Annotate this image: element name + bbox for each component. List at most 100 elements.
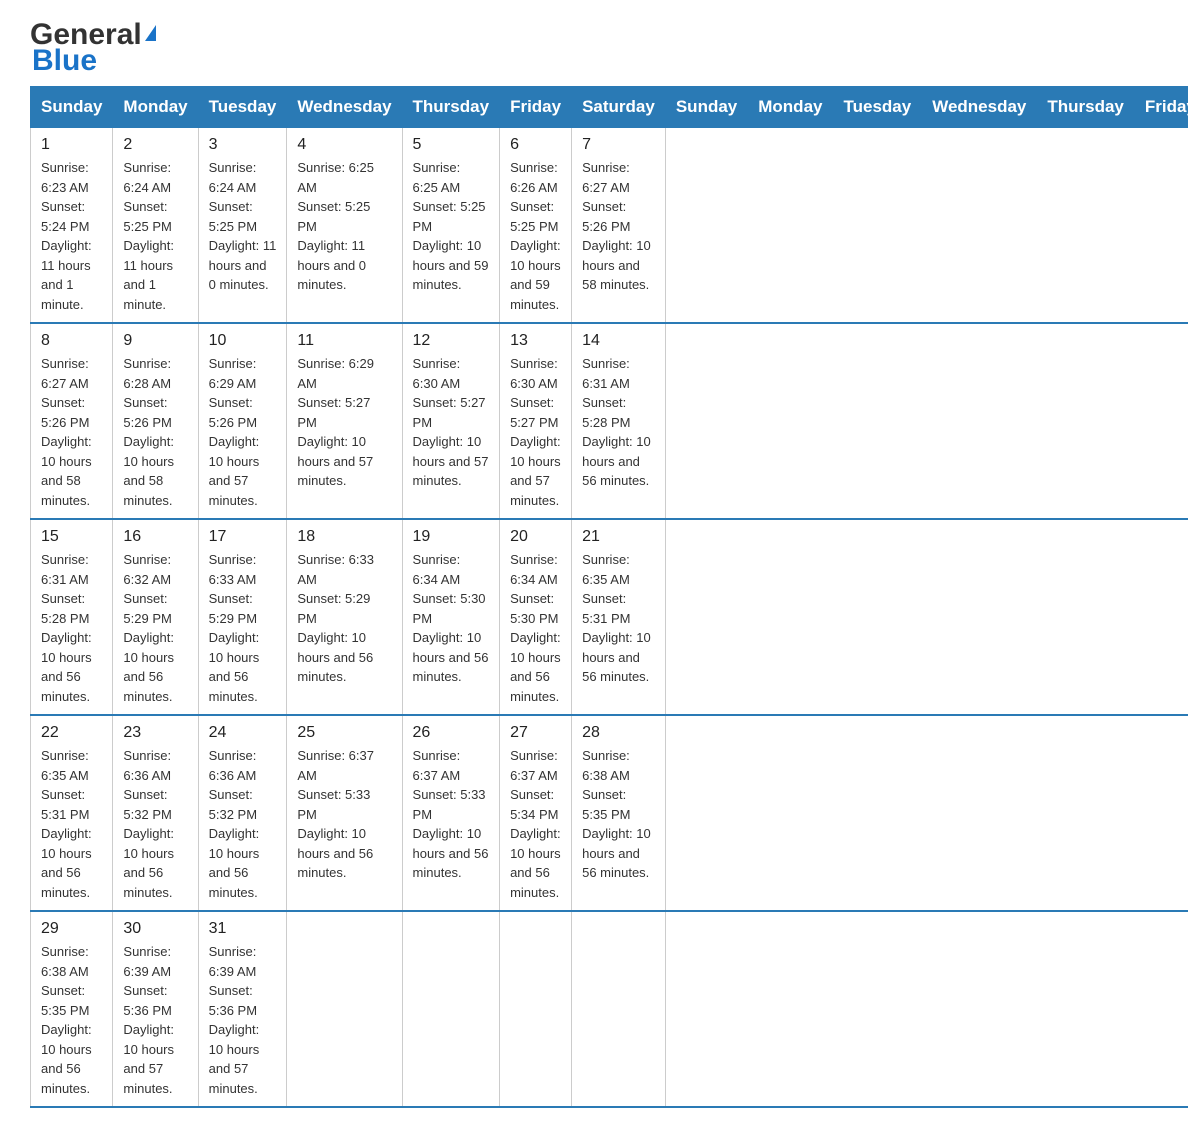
sunset-label: Sunset: 5:30 PM: [510, 591, 558, 626]
page-header: General Blue: [30, 20, 1158, 76]
calendar-cell: 19 Sunrise: 6:34 AM Sunset: 5:30 PM Dayl…: [402, 519, 500, 715]
sunset-label: Sunset: 5:28 PM: [41, 591, 89, 626]
daylight-label: Daylight: 10 hours and 59 minutes.: [413, 238, 489, 292]
day-number: 11: [297, 332, 391, 350]
day-number: 21: [582, 528, 655, 546]
day-info: Sunrise: 6:31 AM Sunset: 5:28 PM Dayligh…: [582, 354, 655, 491]
calendar-cell: [500, 911, 572, 1107]
calendar-table: SundayMondayTuesdayWednesdayThursdayFrid…: [30, 86, 1188, 1108]
header-saturday: Saturday: [572, 87, 666, 128]
sunrise-label: Sunrise: 6:27 AM: [41, 356, 89, 391]
daylight-label: Daylight: 10 hours and 56 minutes.: [209, 826, 260, 900]
sunrise-label: Sunrise: 6:29 AM: [297, 356, 374, 391]
day-number: 2: [123, 136, 187, 154]
calendar-cell: 9 Sunrise: 6:28 AM Sunset: 5:26 PM Dayli…: [113, 323, 198, 519]
header-monday: Monday: [113, 87, 198, 128]
day-number: 17: [209, 528, 277, 546]
calendar-week-row: 8 Sunrise: 6:27 AM Sunset: 5:26 PM Dayli…: [31, 323, 1188, 519]
day-number: 31: [209, 920, 277, 938]
daylight-label: Daylight: 10 hours and 57 minutes.: [413, 434, 489, 488]
calendar-cell: 8 Sunrise: 6:27 AM Sunset: 5:26 PM Dayli…: [31, 323, 113, 519]
day-number: 14: [582, 332, 655, 350]
sunset-label: Sunset: 5:29 PM: [297, 591, 370, 626]
sunrise-label: Sunrise: 6:36 AM: [123, 748, 171, 783]
day-number: 19: [413, 528, 490, 546]
daylight-label: Daylight: 10 hours and 56 minutes.: [41, 826, 92, 900]
daylight-label: Daylight: 10 hours and 56 minutes.: [582, 630, 651, 684]
day-info: Sunrise: 6:24 AM Sunset: 5:25 PM Dayligh…: [123, 158, 187, 314]
calendar-cell: 17 Sunrise: 6:33 AM Sunset: 5:29 PM Dayl…: [198, 519, 287, 715]
daylight-label: Daylight: 10 hours and 56 minutes.: [41, 1022, 92, 1096]
calendar-cell: 27 Sunrise: 6:37 AM Sunset: 5:34 PM Dayl…: [500, 715, 572, 911]
day-number: 9: [123, 332, 187, 350]
day-number: 26: [413, 724, 490, 742]
calendar-cell: 13 Sunrise: 6:30 AM Sunset: 5:27 PM Dayl…: [500, 323, 572, 519]
calendar-week-row: 1 Sunrise: 6:23 AM Sunset: 5:24 PM Dayli…: [31, 128, 1188, 324]
sunset-label: Sunset: 5:33 PM: [297, 787, 370, 822]
sunrise-label: Sunrise: 6:26 AM: [510, 160, 558, 195]
daylight-label: Daylight: 10 hours and 56 minutes.: [297, 826, 373, 880]
daylight-label: Daylight: 10 hours and 56 minutes.: [510, 630, 561, 704]
day-info: Sunrise: 6:34 AM Sunset: 5:30 PM Dayligh…: [510, 550, 561, 706]
sunset-label: Sunset: 5:32 PM: [123, 787, 171, 822]
calendar-header-row: SundayMondayTuesdayWednesdayThursdayFrid…: [31, 87, 1188, 128]
sunset-label: Sunset: 5:25 PM: [297, 199, 370, 234]
sunset-label: Sunset: 5:26 PM: [41, 395, 89, 430]
sunrise-label: Sunrise: 6:23 AM: [41, 160, 89, 195]
day-number: 8: [41, 332, 102, 350]
calendar-cell: 29 Sunrise: 6:38 AM Sunset: 5:35 PM Dayl…: [31, 911, 113, 1107]
daylight-label: Daylight: 10 hours and 57 minutes.: [297, 434, 373, 488]
calendar-week-row: 22 Sunrise: 6:35 AM Sunset: 5:31 PM Dayl…: [31, 715, 1188, 911]
calendar-cell: 5 Sunrise: 6:25 AM Sunset: 5:25 PM Dayli…: [402, 128, 500, 324]
day-info: Sunrise: 6:38 AM Sunset: 5:35 PM Dayligh…: [582, 746, 655, 883]
daylight-label: Daylight: 10 hours and 56 minutes.: [123, 826, 174, 900]
calendar-cell: 26 Sunrise: 6:37 AM Sunset: 5:33 PM Dayl…: [402, 715, 500, 911]
logo-blue-text: Blue: [32, 46, 97, 76]
sunrise-label: Sunrise: 6:37 AM: [297, 748, 374, 783]
daylight-label: Daylight: 10 hours and 58 minutes.: [41, 434, 92, 508]
sunset-label: Sunset: 5:36 PM: [123, 983, 171, 1018]
daylight-label: Daylight: 10 hours and 56 minutes.: [123, 630, 174, 704]
calendar-week-row: 15 Sunrise: 6:31 AM Sunset: 5:28 PM Dayl…: [31, 519, 1188, 715]
sunrise-label: Sunrise: 6:24 AM: [123, 160, 171, 195]
daylight-label: Daylight: 10 hours and 56 minutes.: [41, 630, 92, 704]
sunrise-label: Sunrise: 6:32 AM: [123, 552, 171, 587]
calendar-cell: [572, 911, 666, 1107]
calendar-cell: 14 Sunrise: 6:31 AM Sunset: 5:28 PM Dayl…: [572, 323, 666, 519]
day-info: Sunrise: 6:38 AM Sunset: 5:35 PM Dayligh…: [41, 942, 102, 1098]
day-info: Sunrise: 6:31 AM Sunset: 5:28 PM Dayligh…: [41, 550, 102, 706]
sunrise-label: Sunrise: 6:27 AM: [582, 160, 630, 195]
day-info: Sunrise: 6:35 AM Sunset: 5:31 PM Dayligh…: [41, 746, 102, 902]
sunset-label: Sunset: 5:30 PM: [413, 591, 486, 626]
day-info: Sunrise: 6:37 AM Sunset: 5:34 PM Dayligh…: [510, 746, 561, 902]
sunset-label: Sunset: 5:29 PM: [123, 591, 171, 626]
sunset-label: Sunset: 5:34 PM: [510, 787, 558, 822]
day-info: Sunrise: 6:23 AM Sunset: 5:24 PM Dayligh…: [41, 158, 102, 314]
sunset-label: Sunset: 5:31 PM: [582, 591, 630, 626]
day-info: Sunrise: 6:37 AM Sunset: 5:33 PM Dayligh…: [413, 746, 490, 883]
sunrise-label: Sunrise: 6:25 AM: [413, 160, 461, 195]
day-info: Sunrise: 6:33 AM Sunset: 5:29 PM Dayligh…: [209, 550, 277, 706]
sunset-label: Sunset: 5:31 PM: [41, 787, 89, 822]
day-number: 18: [297, 528, 391, 546]
sunrise-label: Sunrise: 6:30 AM: [413, 356, 461, 391]
sunset-label: Sunset: 5:35 PM: [582, 787, 630, 822]
daylight-label: Daylight: 11 hours and 1 minute.: [41, 238, 92, 312]
day-info: Sunrise: 6:29 AM Sunset: 5:27 PM Dayligh…: [297, 354, 391, 491]
sunset-label: Sunset: 5:26 PM: [582, 199, 630, 234]
day-info: Sunrise: 6:27 AM Sunset: 5:26 PM Dayligh…: [41, 354, 102, 510]
day-info: Sunrise: 6:39 AM Sunset: 5:36 PM Dayligh…: [123, 942, 187, 1098]
sunrise-label: Sunrise: 6:28 AM: [123, 356, 171, 391]
daylight-label: Daylight: 10 hours and 56 minutes.: [209, 630, 260, 704]
day-info: Sunrise: 6:33 AM Sunset: 5:29 PM Dayligh…: [297, 550, 391, 687]
sunset-label: Sunset: 5:25 PM: [413, 199, 486, 234]
daylight-label: Daylight: 10 hours and 58 minutes.: [123, 434, 174, 508]
weekday-header-thursday: Thursday: [1037, 87, 1135, 128]
calendar-cell: 6 Sunrise: 6:26 AM Sunset: 5:25 PM Dayli…: [500, 128, 572, 324]
day-info: Sunrise: 6:25 AM Sunset: 5:25 PM Dayligh…: [297, 158, 391, 295]
calendar-cell: 7 Sunrise: 6:27 AM Sunset: 5:26 PM Dayli…: [572, 128, 666, 324]
calendar-cell: 16 Sunrise: 6:32 AM Sunset: 5:29 PM Dayl…: [113, 519, 198, 715]
day-number: 6: [510, 136, 561, 154]
sunrise-label: Sunrise: 6:39 AM: [123, 944, 171, 979]
weekday-header-wednesday: Wednesday: [922, 87, 1037, 128]
